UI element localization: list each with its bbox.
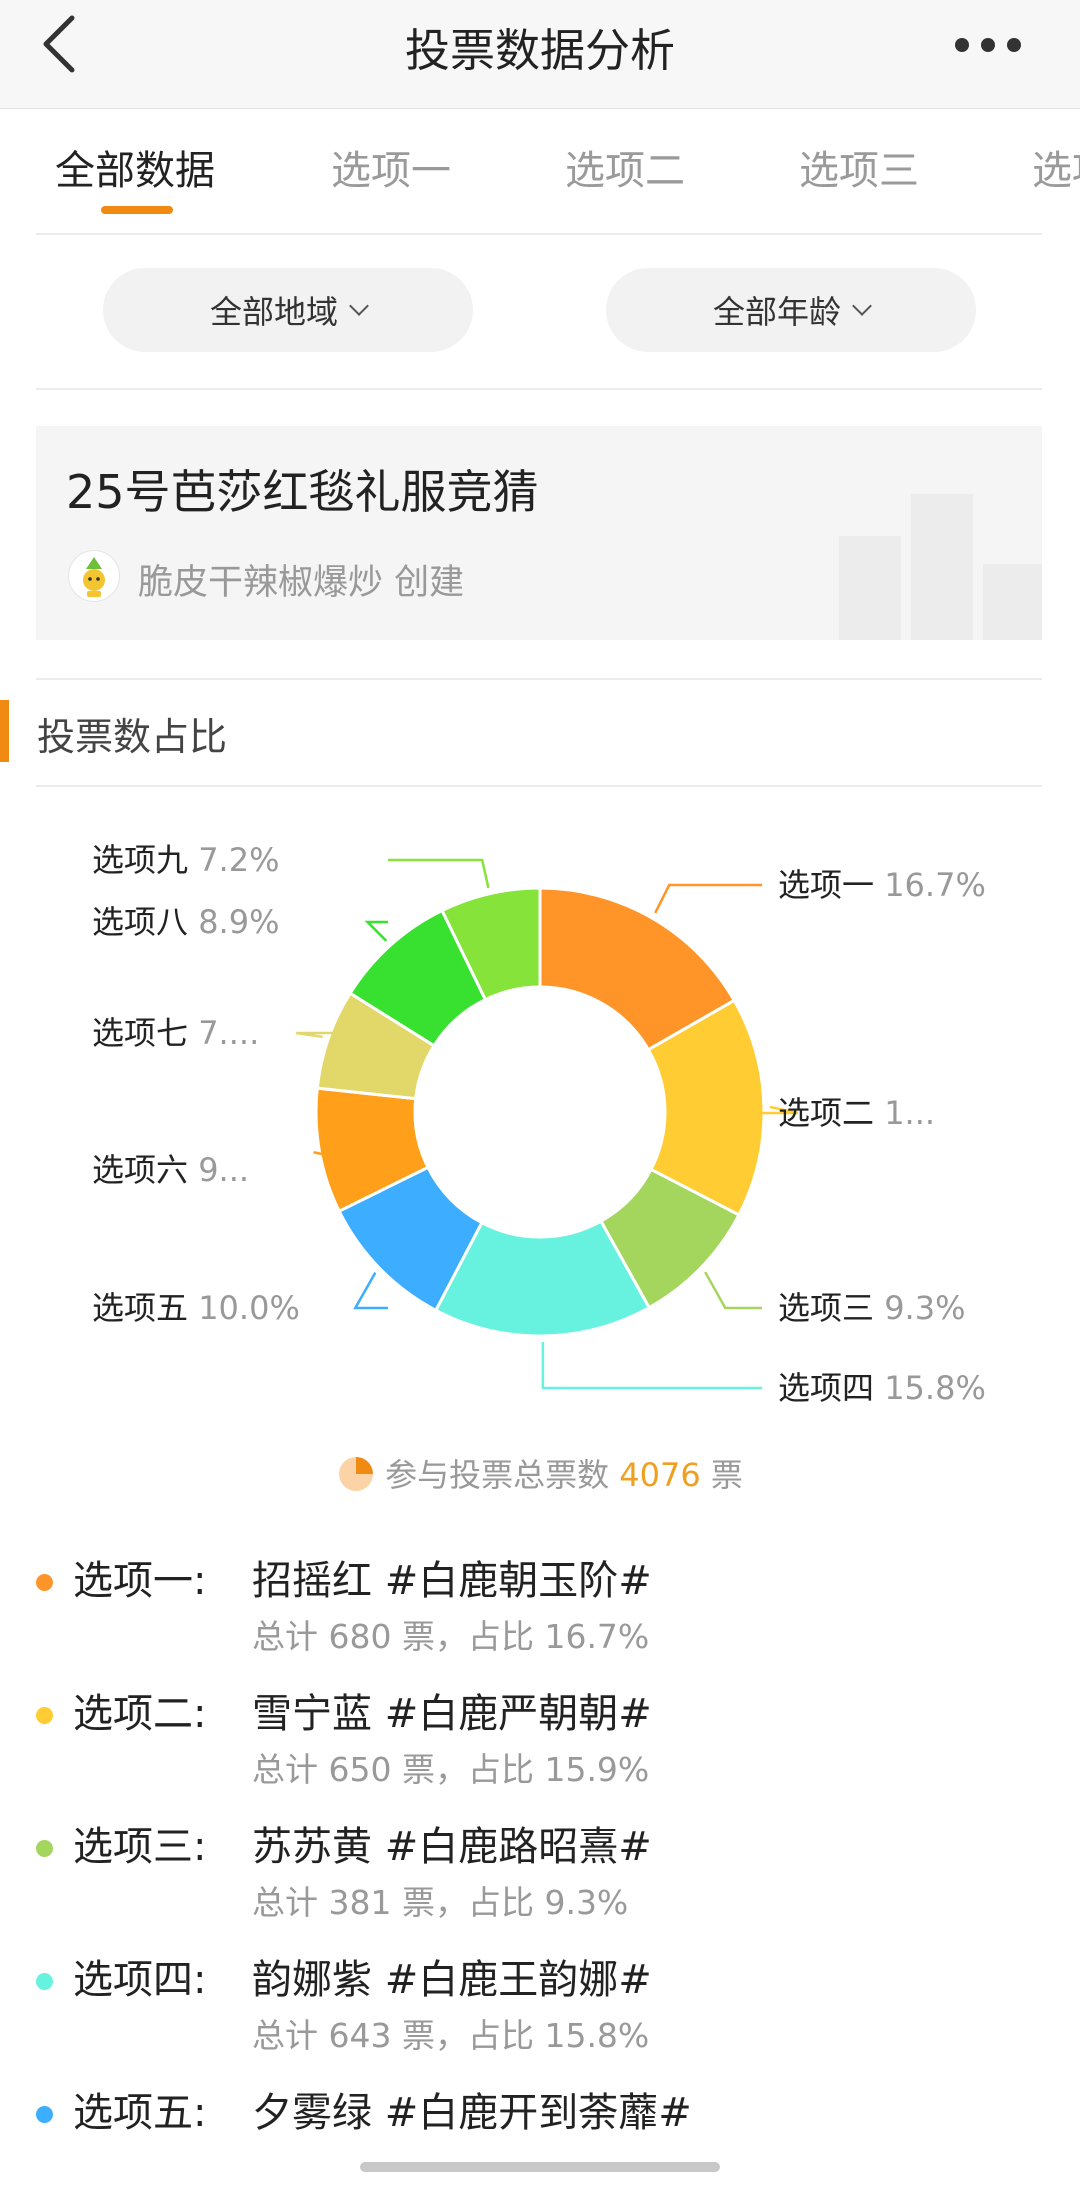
option-stat: 总计 650 票，占比 15.9% (252, 1750, 650, 1789)
color-dot (36, 1973, 53, 1990)
avatar[interactable] (68, 550, 120, 602)
tab-bar: 全部数据 选项一 选项二 选项三 选项 (0, 108, 1080, 234)
divider (36, 233, 1042, 235)
slice-label-5: 选项五 10.0% (92, 1289, 300, 1327)
option-desc: 招摇红 #白鹿朝玉阶# (252, 1558, 652, 1604)
total-count: 4076 (619, 1456, 701, 1494)
slice-label-name: 选项二 (778, 1094, 884, 1132)
slice-label-name: 选项四 (778, 1369, 884, 1407)
slice-label-value: 15.8% (884, 1369, 986, 1407)
poll-card: 25号芭莎红毯礼服竞猜 脆皮干辣椒爆炒 创建 (36, 426, 1042, 640)
chevron-down-icon (852, 296, 872, 316)
total-votes: 参与投票总票数 4076 票 (0, 1450, 1080, 1496)
option-name: 选项二: (73, 1691, 207, 1737)
color-dot (36, 1707, 53, 1724)
divider (36, 388, 1042, 390)
slice-label-8: 选项八 8.9% (92, 903, 279, 941)
slice-label-value: 9.3% (884, 1289, 965, 1327)
total-prefix: 参与投票总票数 (385, 1456, 610, 1494)
list-item[interactable]: 选项一: 招摇红 #白鹿朝玉阶# 总计 680 票，占比 16.7% (0, 1540, 1080, 1673)
divider (36, 678, 1042, 680)
slice-label-1: 选项一 16.7% (778, 866, 986, 904)
list-item[interactable]: 选项二: 雪宁蓝 #白鹿严朝朝# 总计 650 票，占比 15.9% (0, 1673, 1080, 1806)
slice-label-6: 选项六 9... (92, 1151, 249, 1189)
slice-label-value: 10.0% (198, 1289, 300, 1327)
slice-label-value: 1... (884, 1094, 935, 1132)
tab-option-1[interactable]: 选项一 (331, 138, 451, 196)
slice-label-name: 选项一 (778, 866, 884, 904)
home-indicator[interactable] (360, 2162, 720, 2172)
chevron-down-icon (349, 296, 369, 316)
color-dot (36, 2106, 53, 2123)
option-stat: 总计 680 票，占比 16.7% (252, 1617, 650, 1656)
option-desc: 韵娜紫 #白鹿王韵娜# (252, 1957, 652, 2003)
slice-label-value: 7.... (198, 1014, 259, 1052)
leader-line-9 (388, 858, 490, 889)
tab-option-3[interactable]: 选项三 (799, 138, 919, 196)
tab-all-data[interactable]: 全部数据 (55, 138, 215, 196)
slice-label-4: 选项四 15.8% (778, 1369, 986, 1407)
more-icon[interactable] (955, 38, 1035, 54)
slice-label-3: 选项三 9.3% (778, 1289, 965, 1327)
bar-decoration (911, 494, 973, 640)
slice-label-value: 8.9% (198, 903, 279, 941)
slice-label-name: 选项七 (92, 1014, 198, 1052)
option-list: 选项一: 招摇红 #白鹿朝玉阶# 总计 680 票，占比 16.7% 选项二: … (0, 1540, 1080, 2152)
slice-label-name: 选项八 (92, 903, 198, 941)
slice-label-value: 9... (198, 1151, 249, 1189)
slice-label-9: 选项九 7.2% (92, 841, 279, 879)
leader-line-1 (654, 883, 762, 914)
color-dot (36, 1840, 53, 1857)
option-name: 选项一: (73, 1558, 207, 1604)
total-suffix: 票 (710, 1456, 743, 1494)
slice-label-2: 选项二 1... (778, 1094, 935, 1132)
bar-decoration (983, 564, 1042, 640)
slice-label-7: 选项七 7.... (92, 1014, 259, 1052)
region-filter[interactable]: 全部地域 (103, 268, 473, 352)
option-desc: 雪宁蓝 #白鹿严朝朝# (252, 1691, 652, 1737)
tab-option-2[interactable]: 选项二 (565, 138, 685, 196)
section-accent (0, 700, 9, 762)
leader-line-3 (704, 1271, 762, 1310)
color-dot (36, 1574, 53, 1591)
pie-chart-icon (339, 1457, 374, 1491)
leader-line-5 (353, 1271, 388, 1310)
divider (36, 785, 1042, 787)
list-item[interactable]: 选项三: 苏苏黄 #白鹿路昭熹# 总计 381 票，占比 9.3% (0, 1806, 1080, 1939)
option-stat: 总计 643 票，占比 15.8% (252, 2016, 650, 2055)
vote-share-donut-chart: 选项一 16.7% 选项二 1... 选项三 9.3% 选项四 15.8% 选项五 10… (92, 841, 986, 1407)
option-desc: 夕雾绿 #白鹿开到荼蘼# (252, 2090, 692, 2136)
option-stat: 总计 406 票，占比 10.0% (252, 2142, 649, 2152)
option-name: 选项四: (73, 1957, 207, 2003)
page-title: 投票数据分析 (404, 24, 675, 77)
slice-label-value: 16.7% (884, 866, 986, 904)
slice-label-name: 选项六 (92, 1151, 198, 1189)
section-title: 投票数占比 (37, 715, 228, 759)
tab-indicator (101, 206, 173, 214)
bar-decoration (839, 536, 901, 640)
creator-text: 脆皮干辣椒爆炒 创建 (138, 563, 465, 603)
poll-title: 25号芭莎红毯礼服竞猜 (66, 465, 539, 519)
region-filter-label: 全部地域 (209, 293, 338, 331)
list-item[interactable]: 选项五: 夕雾绿 #白鹿开到荼蘼# 总计 406 票，占比 10.0% (0, 2072, 1080, 2152)
slice-label-name: 选项九 (92, 841, 198, 879)
leader-line-4 (541, 1341, 762, 1390)
option-name: 选项五: (73, 2090, 207, 2136)
option-stat: 总计 381 票，占比 9.3% (252, 1883, 629, 1922)
slice-label-value: 7.2% (198, 841, 279, 879)
tab-option-4[interactable]: 选项 (1032, 138, 1080, 196)
list-item[interactable]: 选项四: 韵娜紫 #白鹿王韵娜# 总计 643 票，占比 15.8% (0, 1939, 1080, 2072)
option-desc: 苏苏黄 #白鹿路昭熹# (252, 1824, 652, 1870)
age-filter-label: 全部年龄 (712, 293, 841, 331)
slice-label-name: 选项五 (92, 1289, 198, 1327)
age-filter[interactable]: 全部年龄 (606, 268, 976, 352)
option-name: 选项三: (73, 1824, 207, 1870)
slice-label-name: 选项三 (778, 1289, 884, 1327)
leader-line-8 (364, 920, 388, 942)
